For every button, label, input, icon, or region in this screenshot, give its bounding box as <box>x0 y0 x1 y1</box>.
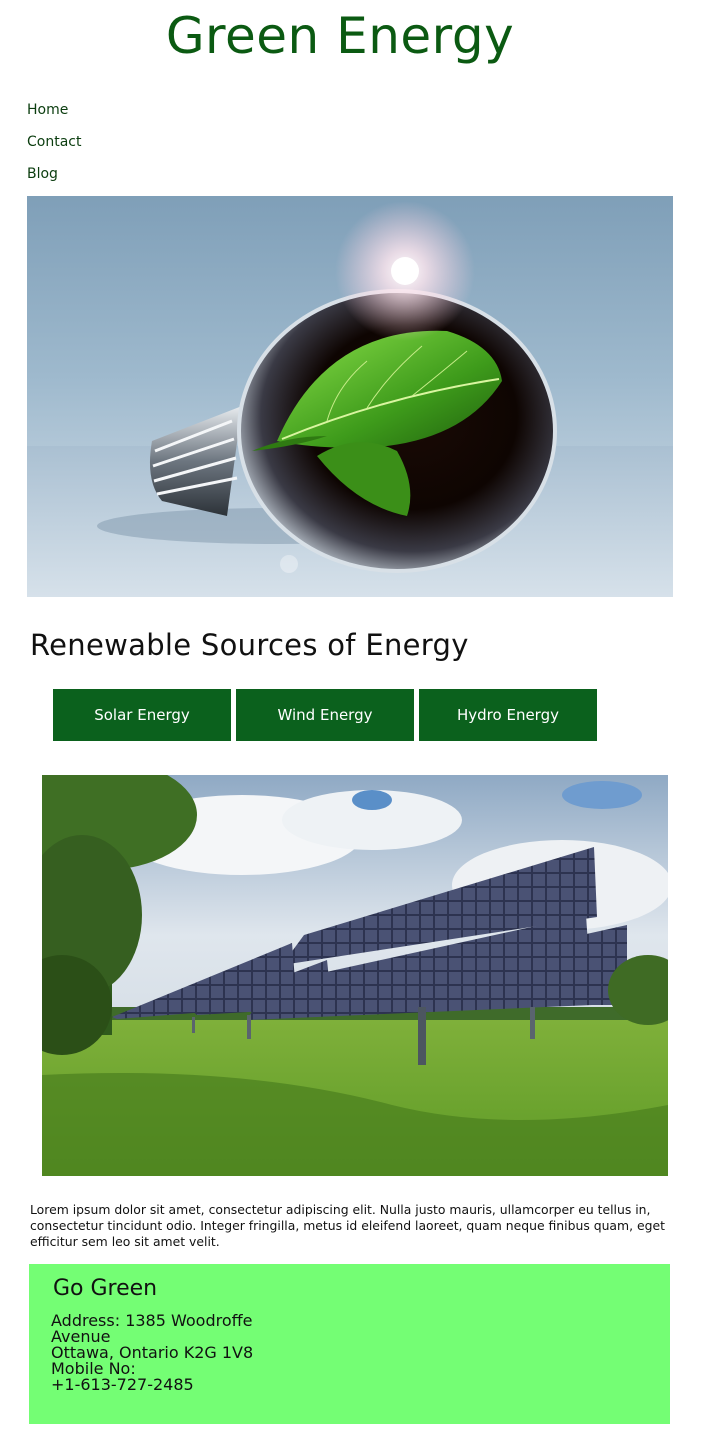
footer-title: Go Green <box>53 1276 158 1301</box>
site-title: Green Energy <box>165 7 515 65</box>
mobile-number[interactable]: +1-613-727-2485 <box>51 1377 291 1393</box>
solar-panel-field-illustration <box>42 775 668 1176</box>
nav-item-blog[interactable]: Blog <box>27 163 81 195</box>
tab-solar-energy[interactable]: Solar Energy <box>53 689 231 741</box>
section-title: Renewable Sources of Energy <box>30 628 469 662</box>
nav-link-blog[interactable]: Blog <box>27 166 58 182</box>
hero-image-lightbulb <box>27 196 673 597</box>
main-nav: Home Contact Blog <box>27 99 81 195</box>
lightbulb-leaf-illustration <box>27 201 673 597</box>
footer-contact: Go Green Address: 1385 Woodroffe Avenue … <box>29 1264 670 1424</box>
tab-wind-energy[interactable]: Wind Energy <box>236 689 414 741</box>
nav-item-contact[interactable]: Contact <box>27 131 81 163</box>
nav-item-home[interactable]: Home <box>27 99 81 131</box>
solar-panels-image <box>42 775 668 1176</box>
footer-address: Address: 1385 Woodroffe Avenue Ottawa, O… <box>51 1313 291 1393</box>
nav-link-contact[interactable]: Contact <box>27 134 81 150</box>
lorem-paragraph: Lorem ipsum dolor sit amet, consectetur … <box>30 1202 665 1249</box>
tab-hydro-energy[interactable]: Hydro Energy <box>419 689 597 741</box>
nav-link-home[interactable]: Home <box>27 102 68 118</box>
